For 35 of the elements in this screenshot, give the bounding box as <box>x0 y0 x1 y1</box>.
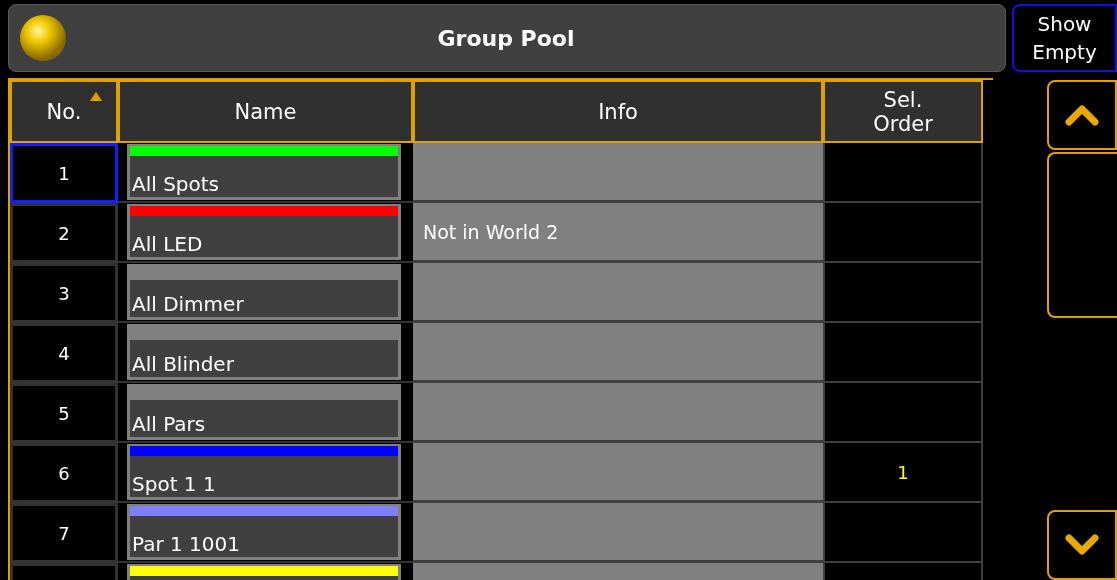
chevron-up-icon <box>1065 104 1099 126</box>
scroll-up-button[interactable] <box>1047 80 1117 150</box>
group-name: All Dimmer <box>130 280 398 317</box>
scroll-down-button[interactable] <box>1047 510 1117 580</box>
group-name: Par 1 1001 <box>130 516 398 557</box>
column-header[interactable]: Sel. Order <box>823 80 983 143</box>
group-name-cell[interactable]: All Pars <box>127 384 401 440</box>
group-name: All LED <box>130 216 398 257</box>
group-name-cell[interactable]: All Spots <box>127 144 401 200</box>
ball-icon <box>19 14 67 62</box>
group-name: All Spots <box>130 156 398 197</box>
group-name: All Blinder <box>130 340 398 377</box>
show-empty-button[interactable]: Show Empty <box>1012 4 1117 72</box>
group-name-cell[interactable]: Par 1 1001 <box>127 504 401 560</box>
number-cell[interactable]: 1 <box>10 143 118 203</box>
group-name-cell[interactable]: All Blinder <box>127 324 401 380</box>
number-cell[interactable]: 4 <box>10 323 118 383</box>
group-name-cell[interactable]: Spot 1 1 <box>127 444 401 500</box>
group-name-cell[interactable]: All Dimmer <box>127 264 401 320</box>
number-cell[interactable]: 6 <box>10 443 118 503</box>
column-header[interactable]: No. <box>10 80 118 143</box>
number-cell[interactable]: 7 <box>10 503 118 563</box>
window-title: Group Pool <box>436 25 576 51</box>
number-cell[interactable]: 2 <box>10 203 118 263</box>
chevron-down-icon <box>1065 534 1099 556</box>
group-name-cell[interactable]: All LED <box>127 204 401 260</box>
sel-order-cell: 1 <box>823 443 983 503</box>
column-header[interactable]: Name <box>118 80 413 143</box>
group-name: All Pars <box>130 400 398 437</box>
scroll-bar[interactable] <box>1047 152 1117 318</box>
number-cell[interactable]: 5 <box>10 383 118 443</box>
column-header[interactable]: Info <box>413 80 823 143</box>
number-cell[interactable]: 3 <box>10 263 118 323</box>
group-name: Spot 1 1 <box>130 456 398 497</box>
info-cell: Not in World 2 <box>413 203 823 263</box>
